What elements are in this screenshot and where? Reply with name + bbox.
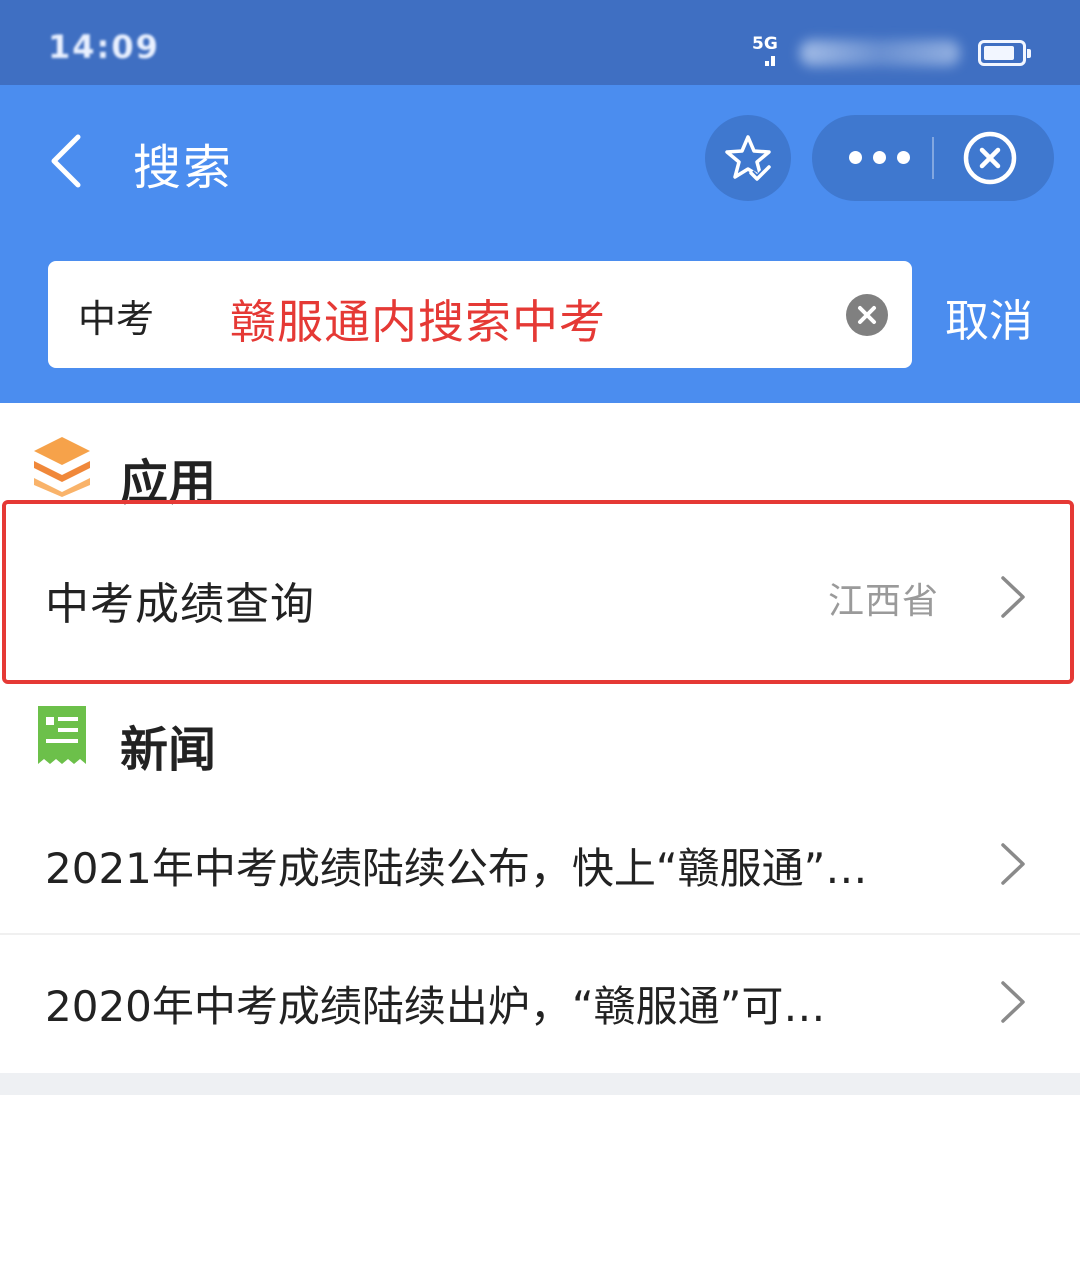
- chevron-right-icon: [1001, 981, 1025, 1023]
- battery-icon: [978, 40, 1031, 66]
- favorite-button[interactable]: [705, 115, 791, 201]
- more-dots-icon: [897, 151, 910, 164]
- page-title: 搜索: [133, 140, 234, 196]
- nav-bar: 搜索 赣服通内搜索中考 取消: [0, 85, 1080, 403]
- status-bar: 14:09 5G: [0, 0, 1080, 85]
- annotation-text: 赣服通内搜索中考: [230, 295, 606, 349]
- capsule-divider: [932, 137, 934, 179]
- layers-icon: [34, 437, 90, 497]
- news-item[interactable]: 2021年中考成绩陆续公布，快上“赣服通”…: [0, 797, 1080, 933]
- news-item[interactable]: 2020年中考成绩陆续出炉，“赣服通”可…: [0, 935, 1080, 1071]
- clear-icon[interactable]: [846, 294, 888, 336]
- signal-icon: [765, 56, 775, 66]
- news-item-label: 2021年中考成绩陆续公布，快上“赣服通”…: [45, 844, 868, 893]
- more-dots-icon: [849, 151, 862, 164]
- app-item[interactable]: 中考成绩查询 江西省: [0, 500, 1080, 686]
- chevron-right-icon: [1001, 843, 1025, 885]
- section-separator: [0, 1073, 1080, 1095]
- more-dots-icon: [873, 151, 886, 164]
- close-circle-icon[interactable]: [962, 130, 1018, 186]
- capsule-menu: [812, 115, 1054, 201]
- news-icon: [38, 706, 86, 764]
- status-time: 14:09: [48, 28, 160, 66]
- news-item-label: 2020年中考成绩陆续出炉，“赣服通”可…: [45, 982, 826, 1031]
- section-header-news: 新闻: [0, 700, 1080, 790]
- section-title-news: 新闻: [120, 722, 217, 778]
- chevron-right-icon: [1001, 576, 1025, 618]
- network-label: 5G: [752, 34, 778, 54]
- wifi-icon: [800, 40, 960, 66]
- more-button[interactable]: [812, 115, 932, 201]
- star-check-icon: [725, 135, 772, 183]
- app-item-region: 江西省: [828, 581, 940, 622]
- app-item-label: 中考成绩查询: [45, 579, 315, 630]
- cancel-button[interactable]: 取消: [945, 285, 1033, 349]
- search-box: 赣服通内搜索中考: [48, 261, 912, 368]
- chevron-left-icon[interactable]: [40, 129, 100, 189]
